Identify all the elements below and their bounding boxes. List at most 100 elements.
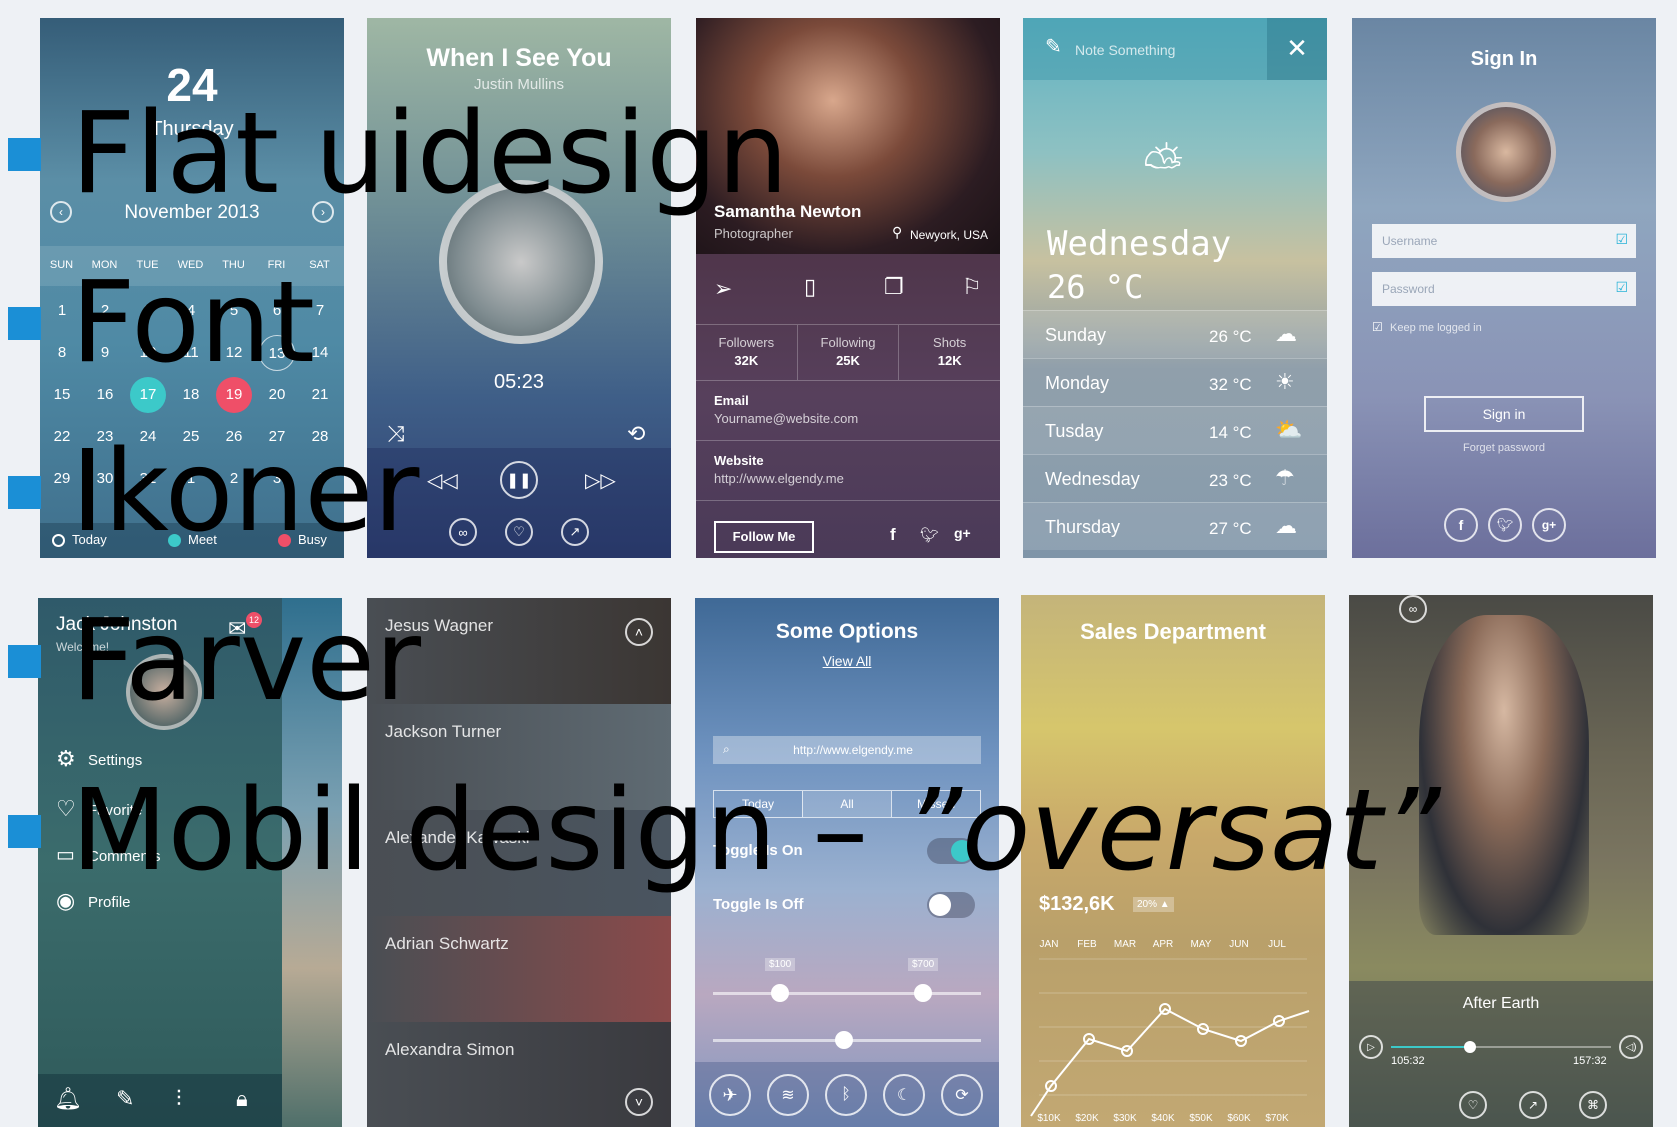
play-icon[interactable]: ▷ [1359, 1035, 1383, 1059]
email-row: Email Yourname@website.com [696, 380, 1000, 440]
profile-role: Photographer [714, 226, 793, 241]
heart-icon[interactable]: ♡ [1459, 1091, 1487, 1119]
twitter-icon[interactable]: 🐦︎ [920, 526, 939, 544]
range-handle-max[interactable] [914, 984, 932, 1002]
movie-title: After Earth [1462, 995, 1540, 1012]
stat-label: Shots [933, 335, 967, 350]
chat-icon[interactable]: ❐ [884, 274, 904, 300]
forecast-temp: 23 °C [1209, 471, 1252, 490]
bluetooth-icon[interactable]: ᛒ [825, 1074, 867, 1116]
cloudy-icon: ☁ [1275, 513, 1297, 538]
signin-avatar [1456, 102, 1556, 202]
bell-icon[interactable]: 🔔︎ [54, 1086, 82, 1112]
facebook-icon[interactable]: f [1444, 508, 1478, 542]
signin-card: Sign In Username ☑ Password ☑ ☑ Keep me … [1352, 18, 1656, 558]
username-field[interactable]: Username ☑ [1372, 224, 1636, 258]
link-icon[interactable]: ∞ [449, 518, 477, 546]
facebook-icon[interactable]: f [890, 525, 896, 545]
forecast-temp: 27 °C [1209, 519, 1252, 538]
slide: 24 Thursday ‹ November 2013 › SUN MON TUE W… [0, 0, 1677, 1127]
share-icon[interactable]: ↗ [1519, 1091, 1547, 1119]
website-value[interactable]: http://www.elgendy.me [714, 471, 982, 486]
stat-value: 32K [734, 353, 759, 368]
song-time: 05:23 [493, 371, 545, 393]
range-max-label: $700 [908, 958, 939, 971]
twitter-icon[interactable]: 🐦︎ [1488, 508, 1522, 542]
contact-name: Adrian Schwartz [385, 934, 509, 953]
profile-actions: ➢ ▯ ❐ ⚐ [696, 256, 1000, 324]
slider-handle[interactable] [835, 1031, 854, 1049]
google-plus-icon[interactable]: g+ [954, 525, 971, 541]
phone-icon[interactable]: ▯ [804, 274, 816, 300]
repeat-icon[interactable]: ⟲ [627, 421, 645, 447]
weather-temp: 26 °C [1047, 268, 1144, 306]
sales-title: Sales Department [1080, 619, 1266, 644]
send-icon[interactable]: ➢ [714, 276, 732, 302]
weather-day: Wednesday [1047, 224, 1232, 264]
stat-label: Followers [718, 335, 775, 350]
view-all-link[interactable]: View All [695, 653, 999, 669]
keep-logged-checkbox[interactable]: ☑ [1372, 320, 1383, 334]
heart-icon[interactable]: ♡ [505, 518, 533, 546]
note-placeholder: Note Something [1075, 42, 1176, 58]
website-label: Website [714, 453, 764, 468]
link-icon[interactable]: ∞ [1399, 595, 1427, 623]
follow-button[interactable]: Follow Me [714, 521, 814, 553]
movie-elapsed: 105:32 [1391, 1055, 1425, 1067]
pause-button[interactable]: ❚❚ [500, 461, 538, 499]
lock-icon[interactable]: 🔒︎ [236, 1086, 248, 1112]
month-label: MAY [1191, 939, 1212, 950]
username-placeholder: Username [1382, 234, 1438, 248]
next-icon[interactable]: ▷▷ [585, 468, 616, 493]
bullet-text: Ikoner [71, 427, 420, 557]
bullet-text: Mobil design – [71, 766, 904, 896]
forecast-day: Sunday [1045, 325, 1107, 345]
stat-value: 12K [937, 353, 962, 368]
range-track [713, 992, 981, 995]
rotation-lock-icon[interactable]: ⟳ [941, 1074, 983, 1116]
range-handle-min[interactable] [771, 984, 789, 1002]
previous-icon[interactable]: ◁◁ [427, 468, 458, 493]
bullet-text: Farver [71, 596, 422, 726]
stat-cell: Shots 12K [899, 325, 1000, 380]
username-check-icon: ☑ [1615, 231, 1628, 247]
sales-change-badge: 20% ▲ [1133, 897, 1174, 912]
stat-cell: Following 25K [798, 325, 900, 380]
bullet-square [8, 306, 41, 340]
signin-title: Sign In [1470, 48, 1538, 70]
edit-icon[interactable]: ✎ [116, 1086, 134, 1112]
fullscreen-icon[interactable]: ⌘ [1579, 1091, 1607, 1119]
expand-down-icon[interactable]: ˅ [625, 1088, 653, 1116]
location-pin-icon: ⚲ [892, 224, 903, 240]
forgot-password-link[interactable]: Forget password [1352, 442, 1656, 454]
close-button[interactable]: ✕ [1267, 18, 1327, 80]
forecast-row: Tusday 14 °C ⛅ [1023, 406, 1327, 454]
menu-item-profile[interactable]: Profile [88, 894, 131, 911]
contact-row[interactable]: Alexandra Simon [367, 1022, 671, 1127]
airplane-icon[interactable]: ✈ [709, 1074, 751, 1116]
email-label: Email [714, 393, 749, 408]
google-plus-icon[interactable]: g+ [1532, 508, 1566, 542]
equalizer-icon[interactable]: ⫶ [176, 1086, 182, 1112]
collapse-up-icon[interactable]: ˄ [625, 618, 653, 646]
forecast-day: Thursday [1045, 517, 1121, 537]
forecast-day: Monday [1045, 373, 1110, 393]
signin-button[interactable]: Sign in [1424, 396, 1584, 432]
note-bar[interactable]: ✎ Note Something [1023, 18, 1267, 80]
partly-cloudy-icon: ⛅ [1275, 417, 1303, 442]
forecast-row: Monday 32 °C ☀ [1023, 358, 1327, 406]
weather-card: ✎ Note Something ✕ ⛅︎ Wednesday 26 °C Su… [1023, 18, 1327, 558]
keep-logged-label: Keep me logged in [1390, 322, 1482, 334]
x-axis-label: $70K [1265, 1113, 1289, 1124]
search-bar[interactable]: ⌕ http://www.elgendy.me [713, 736, 981, 764]
password-field[interactable]: Password ☑ [1372, 272, 1636, 306]
share-icon[interactable]: ↗ [561, 518, 589, 546]
sales-line [1030, 1007, 1310, 1117]
moon-icon[interactable]: ☾ [883, 1074, 925, 1116]
contact-row[interactable]: Adrian Schwartz [367, 916, 671, 1022]
forecast-list: Sunday 26 °C ☁ Monday 32 °C ☀ Tusday 14 °C ⛅ Wedn… [1023, 310, 1327, 558]
flag-icon[interactable]: ⚐ [962, 274, 982, 300]
email-value[interactable]: Yourname@website.com [714, 411, 982, 426]
volume-icon[interactable]: ◁) [1619, 1035, 1643, 1059]
wifi-icon[interactable]: ≋ [767, 1074, 809, 1116]
